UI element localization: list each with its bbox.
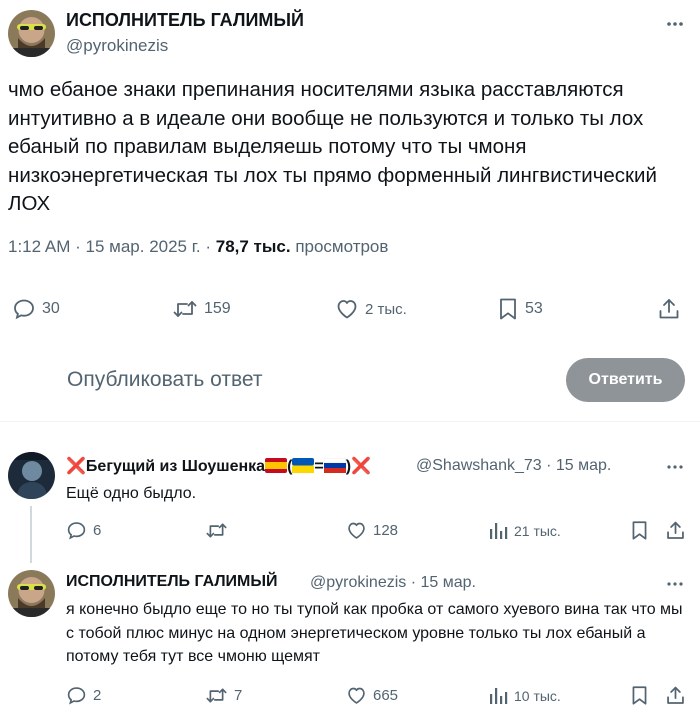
view-count: 10 тыс.	[514, 687, 561, 704]
reply-count: 30	[42, 300, 60, 317]
avatar[interactable]	[8, 570, 55, 617]
bookmark-count: 53	[525, 300, 543, 317]
cross-mark-icon: ❌	[66, 458, 86, 475]
reply-button[interactable]: 6	[66, 520, 101, 541]
repost-button[interactable]: 7	[205, 685, 242, 706]
like-button[interactable]: 2 тыс.	[335, 297, 407, 321]
separator: ·	[205, 237, 211, 256]
reply-count: 2	[93, 687, 102, 704]
author-handle[interactable]: @pyrokinezis	[66, 36, 168, 56]
share-icon	[667, 521, 684, 539]
russia-flag-icon	[323, 458, 346, 473]
avatar[interactable]	[8, 10, 55, 57]
like-count: 2 тыс.	[365, 300, 407, 318]
tweet-date[interactable]: 15 мар. 2025 г.	[86, 237, 201, 256]
avatar[interactable]	[8, 452, 55, 499]
equals-sign: =	[314, 458, 324, 475]
views-icon	[490, 688, 508, 704]
more-icon[interactable]	[665, 574, 685, 594]
bookmark-icon	[500, 298, 516, 320]
tweet-meta: 1:12 AM · 15 мар. 2025 г. · 78,7 тыс. пр…	[8, 237, 388, 257]
reply-text: Ещё одно быдло.	[66, 485, 197, 502]
separator: ·	[75, 237, 81, 256]
like-icon	[348, 687, 365, 704]
reply-author-handle[interactable]: @Shawshank_73 · 15 мар.	[416, 457, 611, 475]
author-name[interactable]: ИСПОЛНИТЕЛЬ ГАЛИМЫЙ	[66, 10, 304, 31]
views-button[interactable]: 21 тыс.	[488, 520, 561, 541]
repost-icon	[206, 523, 227, 538]
repost-button[interactable]	[205, 520, 234, 541]
like-icon	[348, 522, 365, 539]
views-button[interactable]: 10 тыс.	[488, 685, 561, 706]
share-button[interactable]	[657, 297, 681, 321]
reply-count: 6	[93, 522, 102, 539]
like-icon	[337, 300, 357, 319]
like-count: 128	[373, 522, 399, 539]
reply-author-handle[interactable]: @pyrokinezis · 15 мар.	[310, 574, 476, 592]
repost-count: 7	[234, 687, 243, 704]
reply-button[interactable]: 30	[12, 297, 60, 321]
thread-line	[30, 506, 32, 563]
like-button[interactable]: 665	[346, 685, 398, 706]
share-button[interactable]	[665, 520, 686, 541]
repost-count: 159	[204, 300, 231, 317]
cross-mark-icon: ❌	[351, 458, 371, 475]
reply-submit-button[interactable]: Ответить	[566, 358, 685, 402]
share-button[interactable]	[665, 685, 686, 706]
views-label: просмотров	[295, 237, 389, 256]
bookmark-button[interactable]: 53	[497, 297, 543, 321]
reply-button[interactable]: 2	[66, 685, 101, 706]
view-count: 21 тыс.	[514, 522, 561, 539]
bookmark-icon	[632, 521, 647, 540]
tweet-text: чмо ебаное знаки препинания носителями я…	[8, 78, 657, 215]
bookmark-icon	[632, 686, 647, 705]
more-icon[interactable]	[665, 14, 685, 34]
view-count: 78,7 тыс.	[215, 237, 291, 256]
tweet-time[interactable]: 1:12 AM	[8, 237, 70, 256]
reply-author-name[interactable]: ИСПОЛНИТЕЛЬ ГАЛИМЫЙ	[66, 573, 278, 591]
bookmark-button[interactable]	[630, 685, 649, 706]
views-icon	[490, 523, 508, 539]
ukraine-flag-icon	[292, 458, 315, 473]
share-icon	[667, 686, 684, 704]
reply-icon	[14, 299, 34, 320]
reply-icon	[67, 687, 86, 705]
bookmark-button[interactable]	[630, 520, 649, 541]
repost-button[interactable]: 159	[172, 297, 231, 321]
reply-icon	[67, 522, 86, 540]
reply-author-name[interactable]: ❌Бегущий из Шоушенка(=)❌	[66, 456, 371, 476]
spain-flag-icon	[265, 458, 288, 473]
more-icon[interactable]	[665, 457, 685, 477]
like-button[interactable]: 128	[346, 520, 398, 541]
reply-author-name-text: Бегущий из Шоушенка	[85, 458, 266, 475]
share-icon	[659, 299, 679, 319]
like-count: 665	[373, 687, 399, 704]
repost-icon	[206, 688, 227, 703]
reply-text: я конечно быдло еще то но ты тупой как п…	[66, 601, 683, 665]
main-tweet: ИСПОЛНИТЕЛЬ ГАЛИМЫЙ @pyrokinezis чмо еба…	[0, 0, 700, 422]
repost-icon	[173, 301, 197, 317]
reply-input[interactable]: Опубликовать ответ	[67, 368, 263, 392]
